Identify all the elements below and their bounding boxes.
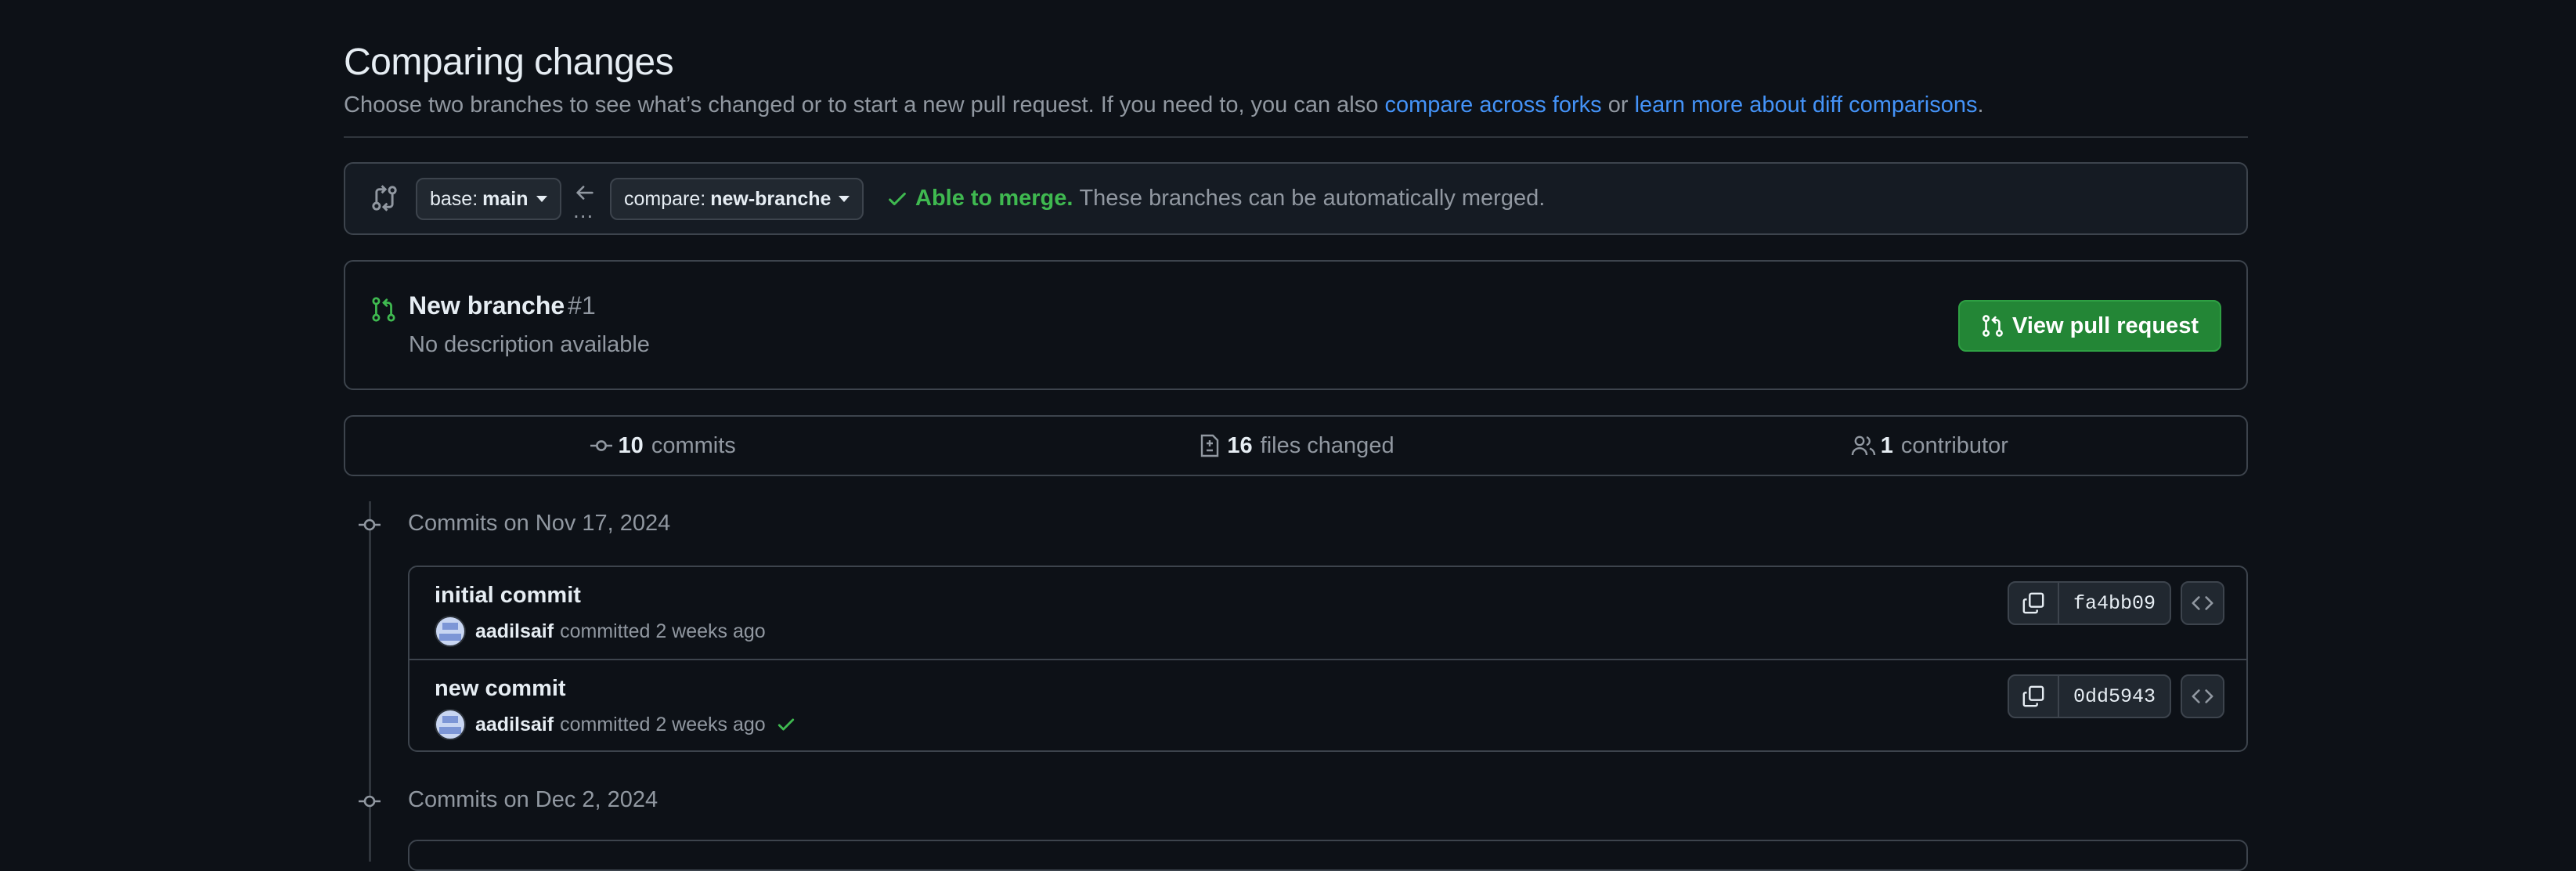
browse-repo-button[interactable] xyxy=(2181,581,2224,625)
view-pull-request-button[interactable]: View pull request xyxy=(1958,300,2221,352)
base-value: main xyxy=(482,187,529,210)
browse-repo-button[interactable] xyxy=(2181,674,2224,718)
copy-sha-button[interactable] xyxy=(2009,676,2059,717)
chevron-down-icon xyxy=(536,196,547,202)
pr-title-text: New branche xyxy=(409,291,565,320)
commit-meta: aadilsaif committed 2 weeks ago xyxy=(435,709,797,740)
page-title: Comparing changes xyxy=(344,42,674,83)
base-label: base: xyxy=(430,187,478,210)
pr-description: No description available xyxy=(409,332,650,357)
git-pull-request-icon xyxy=(372,297,395,322)
compare-label: compare: xyxy=(624,187,706,210)
subtitle-text: Choose two branches to see what’s change… xyxy=(344,92,1385,117)
commit-group-heading: Commits on Dec 2, 2024 xyxy=(408,787,658,812)
merge-note-text: These branches can be automatically merg… xyxy=(1079,186,1546,211)
learn-diff-link[interactable]: learn more about diff comparisons xyxy=(1635,92,1978,117)
git-commit-icon xyxy=(359,795,381,808)
compare-forks-link[interactable]: compare across forks xyxy=(1384,92,1601,117)
commit-row: new commit aadilsaif committed 2 weeks a… xyxy=(409,659,2246,750)
files-label: files changed xyxy=(1260,432,1394,458)
commit-author[interactable]: aadilsaif xyxy=(475,714,554,736)
copy-icon xyxy=(2022,592,2044,614)
git-commit-icon xyxy=(359,519,381,531)
commit-list: initial commit aadilsaif committed 2 wee… xyxy=(408,566,2248,752)
copy-icon xyxy=(2022,685,2044,707)
subtitle-end: . xyxy=(1977,92,1984,117)
compare-value: new-branche xyxy=(710,187,832,210)
range-editor: base: main ... compare: new-branche Able… xyxy=(344,162,2248,235)
file-diff-icon xyxy=(1201,434,1219,457)
commit-sha-group: fa4bb09 xyxy=(2007,581,2171,625)
compare-branch-select[interactable]: compare: new-branche xyxy=(610,178,864,220)
view-pull-request-label: View pull request xyxy=(2012,313,2199,338)
base-branch-select[interactable]: base: main xyxy=(416,178,561,220)
contributors-count: 1 xyxy=(1880,432,1893,458)
commit-sha-link[interactable]: 0dd5943 xyxy=(2059,676,2170,717)
commits-label: commits xyxy=(651,432,736,458)
commit-time: committed 2 weeks ago xyxy=(560,713,766,735)
chevron-down-icon xyxy=(839,196,850,202)
copy-sha-button[interactable] xyxy=(2009,583,2059,623)
code-icon xyxy=(2192,689,2213,703)
subtitle-or: or xyxy=(1601,92,1635,117)
header-divider xyxy=(344,136,2248,138)
check-icon xyxy=(889,192,906,205)
stat-files[interactable]: 16 files changed xyxy=(979,417,1612,475)
pr-title[interactable]: New branche #1 xyxy=(409,291,596,320)
commits-count: 10 xyxy=(618,432,644,458)
commit-group-heading: Commits on Nov 17, 2024 xyxy=(408,511,671,536)
commit-row: initial commit aadilsaif committed 2 wee… xyxy=(409,567,2246,659)
git-pull-request-icon xyxy=(1983,315,2003,337)
commit-author[interactable]: aadilsaif xyxy=(475,620,554,643)
commit-sha-link[interactable]: fa4bb09 xyxy=(2059,583,2170,623)
check-icon[interactable] xyxy=(775,714,797,735)
code-icon xyxy=(2192,596,2213,610)
stat-commits[interactable]: 10 commits xyxy=(345,417,979,475)
git-commit-icon xyxy=(590,440,612,451)
range-dots: ... xyxy=(573,198,594,222)
page-subtitle: Choose two branches to see what’s change… xyxy=(344,92,1984,118)
commit-sha-group: 0dd5943 xyxy=(2007,674,2171,718)
commit-list xyxy=(408,840,2248,871)
merge-status: Able to merge. These branches can be aut… xyxy=(886,186,1545,211)
pr-number: #1 xyxy=(568,291,596,320)
files-count: 16 xyxy=(1227,432,1253,458)
commit-message[interactable]: new commit xyxy=(435,676,566,702)
contributors-label: contributor xyxy=(1900,432,2008,458)
comparison-stats: 10 commits 16 files changed 1 contributo… xyxy=(344,415,2248,476)
commit-meta: aadilsaif committed 2 weeks ago xyxy=(435,616,766,647)
merge-ok-text: Able to merge. xyxy=(915,186,1073,211)
existing-pull-request: New branche #1 No description available V… xyxy=(344,260,2248,390)
people-icon xyxy=(1851,436,1875,456)
git-compare-icon xyxy=(372,185,397,211)
commit-time: committed 2 weeks ago xyxy=(560,620,766,642)
avatar[interactable] xyxy=(435,616,466,647)
commit-message[interactable]: initial commit xyxy=(435,583,581,609)
avatar[interactable] xyxy=(435,709,466,740)
stat-contributors[interactable]: 1 contributor xyxy=(1613,417,2246,475)
